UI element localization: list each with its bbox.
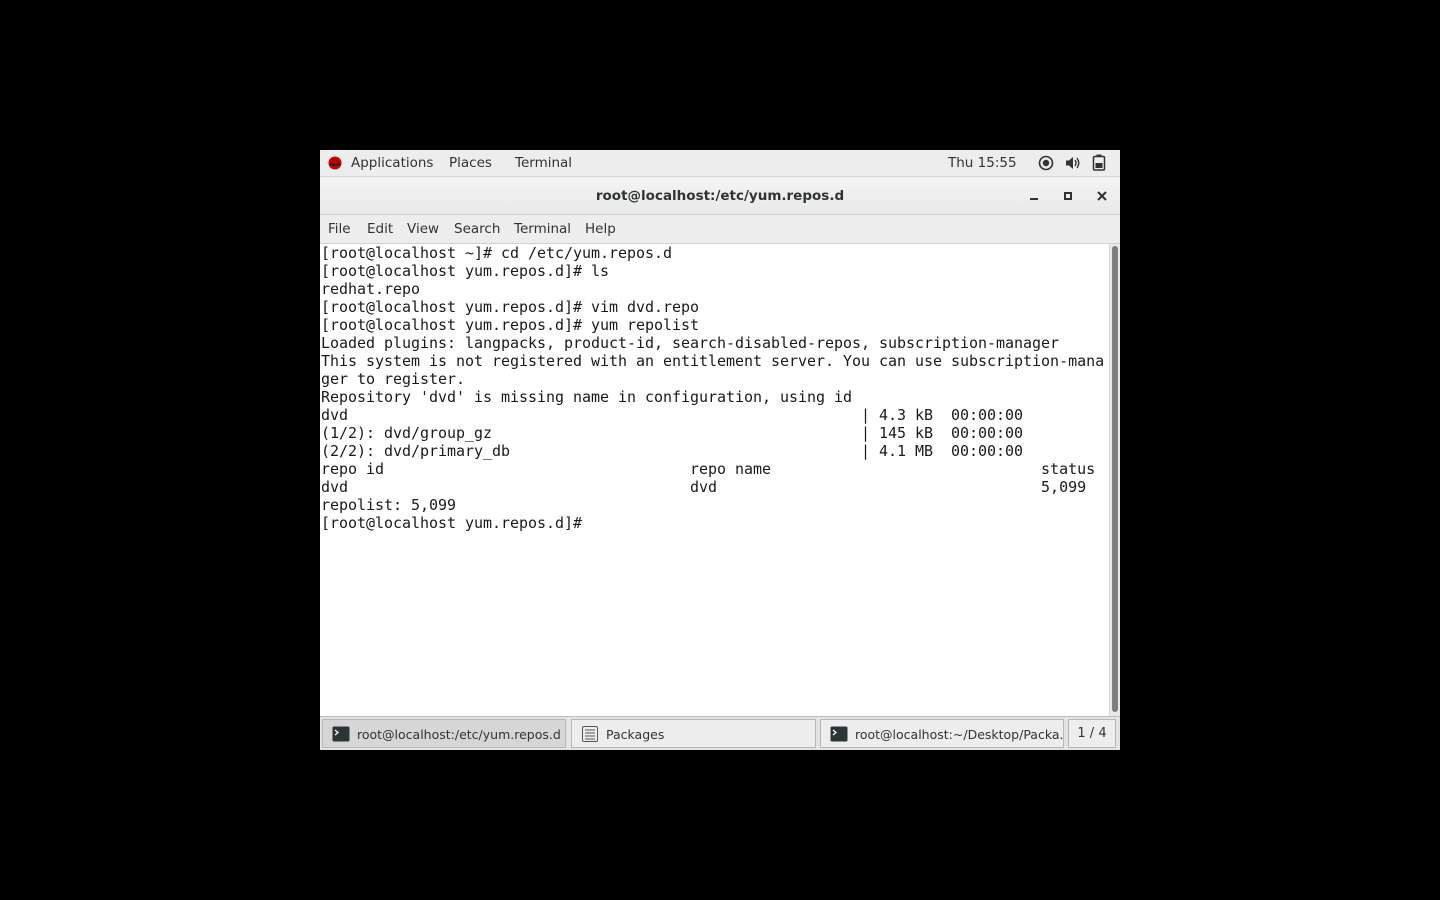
task-label: root@localhost:~/Desktop/Packa... (855, 727, 1064, 742)
terminal-scrollbar[interactable] (1109, 244, 1120, 716)
terminal-icon (332, 726, 350, 742)
menu-terminal[interactable]: Terminal (514, 221, 571, 237)
file-manager-icon (582, 726, 598, 742)
task-label: Packages (606, 727, 665, 742)
battery-icon[interactable] (1092, 154, 1106, 171)
terminal-text: [root@localhost ~]# cd /etc/yum.repos.d … (321, 244, 1105, 532)
window-title: root@localhost:/etc/yum.repos.d (595, 188, 845, 204)
task-terminal-desktop-packages[interactable]: root@localhost:~/Desktop/Packa... (820, 719, 1064, 748)
menu-edit[interactable]: Edit (367, 221, 393, 237)
scrollbar-thumb[interactable] (1112, 246, 1118, 712)
window-titlebar[interactable]: root@localhost:/etc/yum.repos.d (320, 177, 1120, 215)
close-button[interactable] (1092, 186, 1112, 206)
terminal-output-area[interactable]: [root@localhost ~]# cd /etc/yum.repos.d … (320, 244, 1109, 716)
redhat-logo-icon[interactable] (328, 156, 342, 170)
menu-view[interactable]: View (407, 221, 439, 237)
maximize-button[interactable] (1058, 186, 1078, 206)
task-terminal-yum-repos[interactable]: root@localhost:/etc/yum.repos.d (322, 719, 566, 748)
terminal-icon (830, 726, 848, 742)
top-bar: Applications Places Terminal Thu 15:55 (320, 150, 1120, 177)
menu-help[interactable]: Help (585, 221, 616, 237)
applications-menu[interactable]: Applications (351, 155, 433, 171)
minimize-icon (1030, 198, 1038, 200)
window-list-taskbar: root@localhost:/etc/yum.repos.d Packages… (320, 716, 1120, 750)
terminal-menubar: File Edit View Search Terminal Help (320, 215, 1120, 244)
desktop-screen: Applications Places Terminal Thu 15:55 r… (320, 150, 1120, 750)
maximize-icon (1064, 192, 1072, 200)
terminal-app-menu[interactable]: Terminal (515, 155, 572, 171)
volume-icon[interactable] (1064, 155, 1082, 171)
menu-file[interactable]: File (328, 221, 351, 237)
menu-search[interactable]: Search (454, 221, 500, 237)
close-icon (1097, 191, 1107, 201)
accessibility-icon[interactable] (1038, 155, 1054, 171)
places-menu[interactable]: Places (449, 155, 492, 171)
workspace-switcher[interactable]: 1 / 4 (1068, 719, 1116, 748)
clock[interactable]: Thu 15:55 (948, 155, 1017, 171)
task-packages[interactable]: Packages (571, 719, 816, 748)
task-label: root@localhost:/etc/yum.repos.d (357, 727, 561, 742)
minimize-button[interactable] (1024, 186, 1044, 206)
